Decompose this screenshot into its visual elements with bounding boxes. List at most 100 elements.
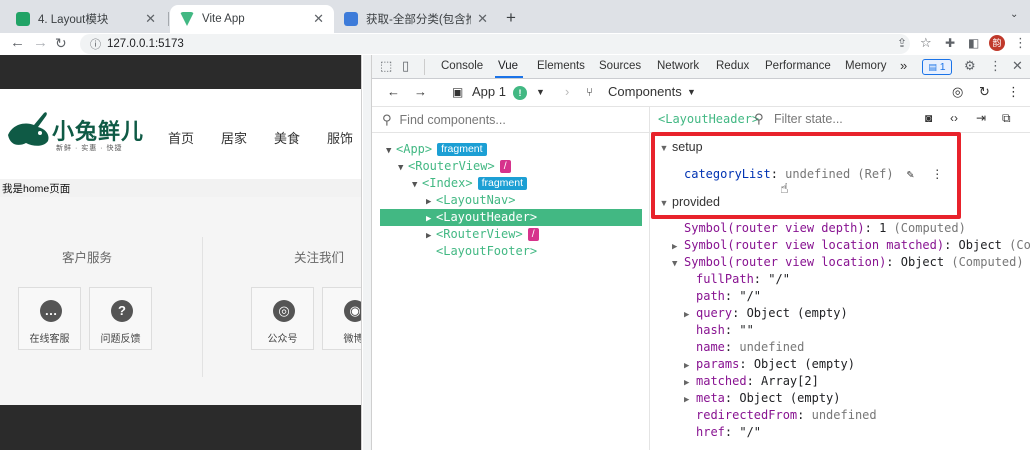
- online-service-tile[interactable]: … 在线客服: [18, 287, 81, 350]
- new-tab-button[interactable]: +: [506, 8, 516, 28]
- open-in-editor-icon[interactable]: ⧉: [1002, 111, 1011, 126]
- tree-node-index[interactable]: ▼ <Index> fragment: [372, 175, 649, 192]
- browser-tab-api[interactable]: 获取-全部分类(包含推荐商品) - ✕: [334, 5, 498, 33]
- wechat-tile[interactable]: ◎ 公众号: [251, 287, 314, 350]
- route-badge: /: [527, 228, 539, 241]
- tree-node-routerview-child[interactable]: ▶ <RouterView> /: [372, 226, 649, 243]
- provided-child-row[interactable]: fullPath: "/": [696, 271, 790, 288]
- more-tabs-button[interactable]: »: [900, 58, 907, 73]
- provided-row[interactable]: Symbol(router view depth): 1 (Computed): [684, 220, 966, 237]
- settings-gear-icon[interactable]: ⚙: [964, 58, 976, 74]
- component-tag: <Index>: [422, 176, 473, 190]
- provided-child-row[interactable]: ▶ params: Object (empty): [684, 356, 855, 373]
- browser-tab-vite[interactable]: Vite App ✕: [170, 5, 334, 33]
- forward-icon[interactable]: →: [33, 34, 48, 52]
- expand-arrow-icon[interactable]: ▶: [684, 307, 696, 324]
- code-icon[interactable]: ‹›: [950, 111, 958, 125]
- info-icon[interactable]: ⓘ: [90, 36, 101, 52]
- provided-row[interactable]: ▼ Symbol(router view location): Object (C…: [672, 254, 1024, 271]
- tab-search-icon[interactable]: ⌄: [1010, 9, 1018, 20]
- menu-item-clothing[interactable]: 服饰: [327, 128, 353, 147]
- footer-service-area: 客户服务 关注我们 … 在线客服 ? 问题反馈 ◎ 公众号 ◉ 微博: [0, 197, 362, 405]
- close-icon[interactable]: ✕: [313, 11, 324, 27]
- find-components-input[interactable]: Find components...: [400, 113, 506, 127]
- address-bar[interactable]: ⓘ 127.0.0.1:5173: [80, 34, 910, 54]
- provided-child-row[interactable]: name: undefined: [696, 339, 804, 356]
- state-key: path: [696, 289, 725, 303]
- tab-network[interactable]: Network: [657, 60, 699, 72]
- back-icon[interactable]: ←: [10, 34, 25, 52]
- tab-performance[interactable]: Performance: [765, 60, 831, 72]
- state-value: Object (empty): [753, 357, 855, 371]
- tree-node-layoutfooter[interactable]: <LayoutFooter>: [372, 243, 649, 260]
- provided-child-row[interactable]: redirectedFrom: undefined: [696, 407, 877, 424]
- menu-item-home[interactable]: 首页: [168, 128, 194, 147]
- tab-memory[interactable]: Memory: [845, 60, 887, 72]
- expand-arrow-icon[interactable]: ▼: [672, 256, 684, 273]
- sidepanel-icon[interactable]: ◧: [968, 34, 979, 52]
- provided-child-row[interactable]: ▶ query: Object (empty): [684, 305, 848, 322]
- extensions-icon[interactable]: ✚: [945, 34, 955, 52]
- tree-node-layoutnav[interactable]: ▶ <LayoutNav>: [372, 192, 649, 209]
- provided-row[interactable]: ▶ Symbol(router view location matched): O…: [672, 237, 1030, 254]
- tab-elements[interactable]: Elements: [537, 60, 585, 72]
- state-key: Symbol(router view depth): [684, 221, 865, 235]
- profile-avatar[interactable]: 韵: [989, 35, 1005, 51]
- menu-item-home-living[interactable]: 居家: [221, 128, 247, 147]
- inspect-dom-icon[interactable]: ⇥: [976, 111, 986, 125]
- filter-row: ⚲ Find components... <LayoutHeader> ⚲ Fi…: [372, 107, 1030, 133]
- tab-vue[interactable]: Vue: [498, 60, 518, 72]
- devtools-splitter[interactable]: [363, 55, 371, 450]
- tile-label: 问题反馈: [100, 334, 141, 345]
- share-icon[interactable]: ⇪: [897, 34, 907, 52]
- provided-child-row[interactable]: path: "/": [696, 288, 761, 305]
- tree-node-routerview[interactable]: ▼ <RouterView> /: [372, 158, 649, 175]
- devtools-menu-icon[interactable]: ⋮: [989, 58, 1002, 74]
- provided-child-row[interactable]: ▶ matched: Array[2]: [684, 373, 819, 390]
- inspect-element-icon[interactable]: ⬚: [380, 58, 392, 74]
- close-icon[interactable]: ✕: [145, 11, 156, 27]
- component-search[interactable]: ⚲ Find components...: [372, 107, 649, 133]
- browser-tab-layout[interactable]: 4. Layout模块 ✕: [6, 5, 166, 33]
- close-devtools-icon[interactable]: ✕: [1012, 58, 1023, 74]
- device-toolbar-icon[interactable]: ▯: [402, 58, 409, 74]
- tab-title: 获取-全部分类(包含推荐商品) -: [366, 14, 471, 26]
- more-menu-icon[interactable]: ⋮: [1007, 84, 1020, 100]
- reload-icon[interactable]: ↻: [55, 34, 67, 52]
- search-icon: ⚲: [382, 112, 392, 127]
- tab-console[interactable]: Console: [441, 60, 483, 72]
- components-selector[interactable]: Components: [608, 84, 682, 99]
- feedback-tile[interactable]: ? 问题反馈: [89, 287, 152, 350]
- filter-state-input[interactable]: Filter state...: [774, 112, 843, 126]
- provided-child-row[interactable]: hash: "": [696, 322, 754, 339]
- state-value: 1: [879, 221, 887, 235]
- refresh-icon[interactable]: ↻: [979, 84, 990, 100]
- provided-child-row[interactable]: href: "/": [696, 424, 761, 441]
- tree-node-app[interactable]: ▼ <App> fragment: [372, 141, 649, 158]
- follow-title: 关注我们: [294, 251, 345, 265]
- rabbit-logo-icon: [8, 112, 49, 146]
- app-selector[interactable]: App 1: [472, 84, 506, 99]
- menu-item-food[interactable]: 美食: [274, 128, 300, 147]
- bookmark-star-icon[interactable]: ☆: [920, 34, 932, 52]
- tab-sources[interactable]: Sources: [599, 60, 641, 72]
- scroll-to-component-icon[interactable]: ◙: [925, 111, 932, 125]
- site-logo[interactable]: 小兔鲜儿 新鲜 · 实惠 · 快捷: [4, 107, 144, 153]
- close-icon[interactable]: ✕: [477, 11, 488, 27]
- state-extra: (Computed): [951, 255, 1024, 269]
- provided-child-row[interactable]: ▶ meta: Object (empty): [684, 390, 841, 407]
- caret-down-icon[interactable]: ▼: [536, 87, 545, 97]
- issues-badge[interactable]: ▤ 1: [922, 59, 952, 75]
- tab-title: Vite App: [202, 13, 245, 25]
- target-icon[interactable]: ◎: [952, 84, 963, 100]
- forward-icon[interactable]: →: [414, 84, 427, 99]
- back-icon[interactable]: ←: [387, 84, 400, 99]
- tree-node-layoutheader[interactable]: ▶ <LayoutHeader>: [380, 209, 642, 226]
- footer-bar: [0, 405, 361, 450]
- tab-redux[interactable]: Redux: [716, 60, 749, 72]
- tile-label: 微博: [343, 334, 362, 345]
- weibo-tile[interactable]: ◉ 微博: [322, 287, 362, 350]
- menu-kebab-icon[interactable]: ⋮: [1014, 34, 1027, 52]
- caret-down-icon[interactable]: ▼: [687, 87, 696, 97]
- expand-arrow-icon[interactable]: ▶: [684, 392, 696, 409]
